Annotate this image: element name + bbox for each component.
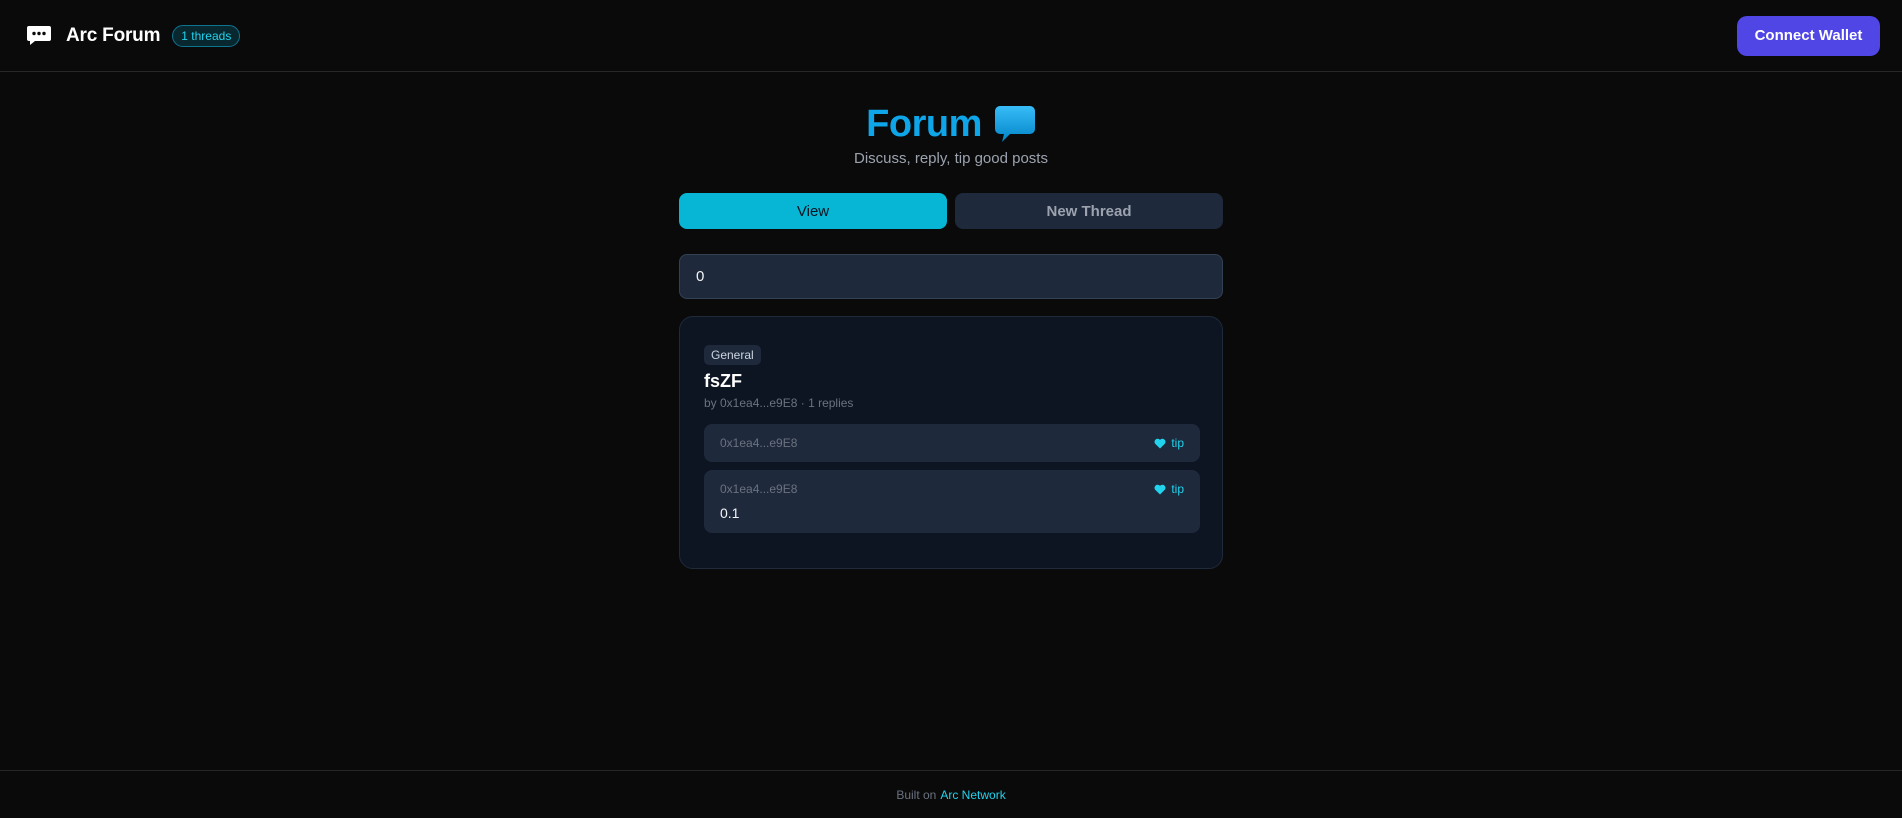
post-author: 0x1ea4...e9E8 — [720, 482, 798, 496]
thread-meta: by 0x1ea4...e9E8 · 1 replies — [704, 396, 854, 410]
tip-button[interactable]: tip — [1154, 436, 1184, 450]
footer: Built on Arc Network — [0, 770, 1902, 818]
thread-id-input[interactable] — [679, 254, 1223, 299]
hero-title-row: Forum — [679, 102, 1223, 146]
post-item: 0x1ea4...e9E8 tip 0.1 — [704, 470, 1200, 533]
page-title: Forum — [866, 102, 982, 145]
heart-icon — [1154, 438, 1166, 449]
thread-count-badge: 1 threads — [172, 24, 241, 47]
tip-label: tip — [1171, 482, 1184, 496]
thread-card: General fsZF by 0x1ea4...e9E8 · 1 replie… — [679, 316, 1223, 569]
hero: Forum Discuss, reply, tip good posts — [679, 72, 1223, 168]
tab-new-thread[interactable]: New Thread — [955, 193, 1223, 229]
tab-view[interactable]: View — [679, 193, 947, 229]
page-subtitle: Discuss, reply, tip good posts — [854, 150, 1048, 167]
brand[interactable]: Arc Forum — [26, 25, 160, 47]
speech-balloon-icon — [994, 104, 1036, 144]
footer-text: Built on — [896, 787, 937, 802]
post-author: 0x1ea4...e9E8 — [720, 436, 798, 450]
thread-title: fsZF — [704, 371, 742, 391]
post-header: 0x1ea4...e9E8 tip — [720, 436, 1184, 450]
heart-icon — [1154, 484, 1166, 495]
tip-label: tip — [1171, 436, 1184, 450]
post-body: 0.1 — [720, 505, 740, 521]
arc-network-link[interactable]: Arc Network — [940, 788, 1005, 802]
mode-tabs: View New Thread — [679, 193, 1223, 229]
post-item: 0x1ea4...e9E8 tip — [704, 424, 1200, 462]
tip-button[interactable]: tip — [1154, 482, 1184, 496]
main-content: Forum Discuss, reply, tip good posts Vie… — [679, 72, 1223, 569]
top-bar: Arc Forum 1 threads Connect Wallet — [0, 0, 1902, 72]
app-title: Arc Forum — [66, 24, 161, 46]
chat-bubble-icon — [26, 25, 52, 47]
category-tag: General — [704, 345, 761, 365]
connect-wallet-button[interactable]: Connect Wallet — [1737, 15, 1880, 56]
app-root: Arc Forum 1 threads Connect Wallet Forum — [0, 0, 1902, 818]
post-header: 0x1ea4...e9E8 tip — [720, 482, 1184, 496]
